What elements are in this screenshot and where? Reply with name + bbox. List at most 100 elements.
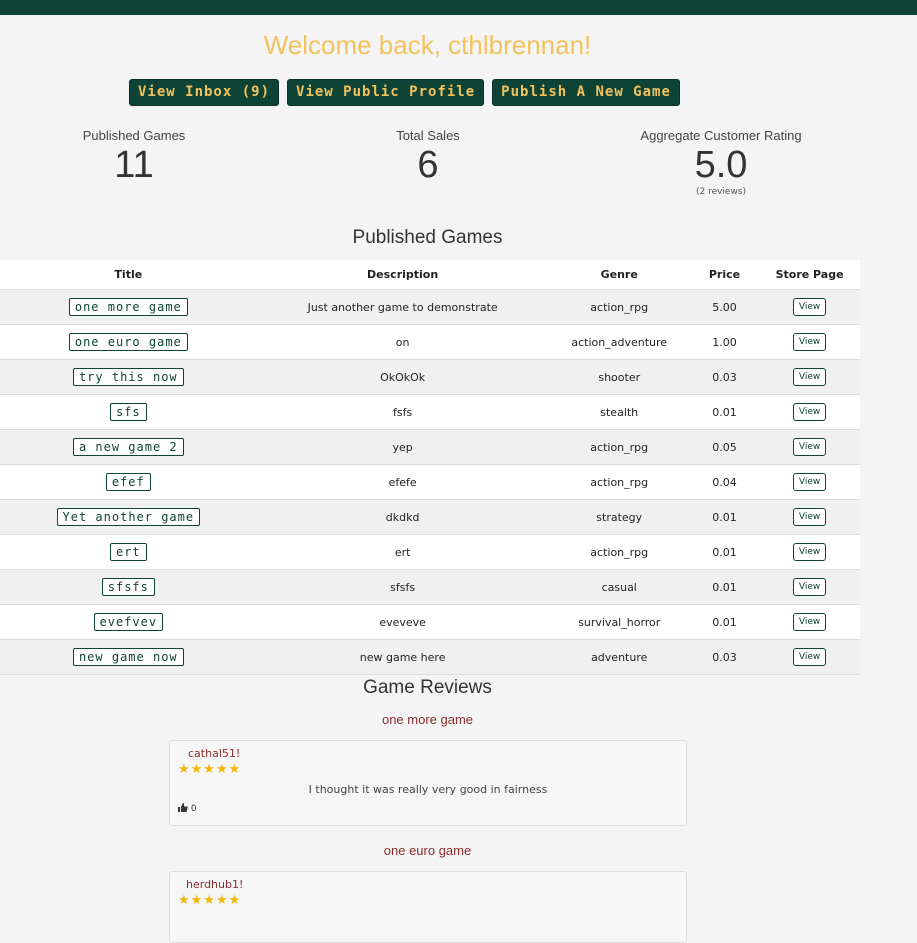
- view-store-page-button[interactable]: View: [792, 578, 827, 596]
- stat-aggregate-rating: Aggregate Customer Rating 5.0 (2 reviews…: [601, 128, 841, 197]
- cell-title: one more game: [0, 289, 257, 325]
- view-store-page-button[interactable]: View: [792, 508, 827, 526]
- cell-store-page: View: [759, 289, 860, 325]
- review-text: I thought it was really very good in fai…: [308, 783, 548, 796]
- stat-value: 5.0: [694, 144, 748, 186]
- view-store-page-button[interactable]: View: [792, 543, 827, 561]
- view-inbox-button[interactable]: View Inbox (9): [129, 79, 280, 106]
- review-username[interactable]: herdhub1!: [186, 878, 243, 891]
- view-store-page-button[interactable]: View: [792, 438, 827, 456]
- cell-description: OkOkOk: [256, 359, 549, 395]
- table-header-row: Title Description Genre Price Store Page: [0, 260, 860, 290]
- cell-description: Just another game to demonstrate: [256, 289, 549, 325]
- cell-store-page: View: [759, 604, 860, 640]
- cell-price: 0.01: [689, 569, 760, 605]
- review-username[interactable]: cathal51!: [188, 747, 240, 760]
- cell-store-page: View: [759, 429, 860, 465]
- table-row: sfs fsfs stealth 0.01 View: [0, 394, 860, 430]
- cell-title: efef: [0, 464, 257, 500]
- stat-label: Aggregate Customer Rating: [640, 128, 802, 143]
- cell-genre: strategy: [548, 499, 690, 535]
- thumbs-up-icon: [178, 803, 188, 812]
- table-row: try this now OkOkOk shooter 0.03 View: [0, 359, 860, 395]
- review-game-title[interactable]: one more game: [0, 712, 855, 727]
- view-store-page-button[interactable]: View: [792, 613, 827, 631]
- cell-description: eveveve: [256, 604, 549, 640]
- star-rating: ★★★★★: [178, 893, 242, 908]
- game-title-link[interactable]: ert: [109, 543, 147, 561]
- game-title-link[interactable]: efef: [105, 473, 151, 491]
- cell-store-page: View: [759, 324, 860, 360]
- stat-review-count: (2 reviews): [695, 187, 747, 197]
- cell-description: efefe: [256, 464, 549, 500]
- cell-price: 0.01: [689, 604, 760, 640]
- cell-price: 0.01: [689, 534, 760, 570]
- cell-price: 0.01: [689, 394, 760, 430]
- game-title-link[interactable]: new game now: [72, 648, 184, 666]
- table-row: efef efefe action_rpg 0.04 View: [0, 464, 860, 500]
- cell-description: sfsfs: [256, 569, 549, 605]
- view-public-profile-button[interactable]: View Public Profile: [287, 79, 485, 106]
- game-title-link[interactable]: a new game 2: [72, 438, 184, 456]
- review-likes[interactable]: 0: [178, 803, 197, 814]
- stat-label: Published Games: [82, 128, 186, 143]
- cell-title: sfs: [0, 394, 257, 430]
- cell-price: 0.03: [689, 639, 760, 675]
- cell-price: 0.05: [689, 429, 760, 465]
- view-store-page-button[interactable]: View: [792, 368, 827, 386]
- cell-title: sfsfs: [0, 569, 257, 605]
- table-row: new game now new game here adventure 0.03 Vi…: [0, 639, 860, 675]
- cell-description: on: [256, 324, 549, 360]
- column-header-genre: Genre: [548, 260, 690, 290]
- game-title-link[interactable]: one more game: [68, 298, 188, 316]
- game-title-link[interactable]: evefvev: [93, 613, 164, 631]
- cell-genre: action_adventure: [548, 324, 690, 360]
- star-rating: ★★★★★: [178, 762, 242, 777]
- cell-store-page: View: [759, 359, 860, 395]
- cell-description: dkdkd: [256, 499, 549, 535]
- cell-genre: survival_horror: [548, 604, 690, 640]
- game-title-link[interactable]: try this now: [72, 368, 184, 386]
- cell-description: new game here: [256, 639, 549, 675]
- cell-price: 5.00: [689, 289, 760, 325]
- view-store-page-button[interactable]: View: [792, 648, 827, 666]
- game-title-link[interactable]: sfs: [109, 403, 147, 421]
- welcome-heading: Welcome back, cthlbrennan!: [263, 30, 592, 60]
- table-row: ert ert action_rpg 0.01 View: [0, 534, 860, 570]
- view-store-page-button[interactable]: View: [792, 298, 827, 316]
- cell-genre: action_rpg: [548, 429, 690, 465]
- cell-title: Yet another game: [0, 499, 257, 535]
- dashboard-actions: View Inbox (9) View Public Profile Publi…: [129, 79, 680, 106]
- cell-genre: action_rpg: [548, 534, 690, 570]
- cell-genre: casual: [548, 569, 690, 605]
- column-header-description: Description: [256, 260, 549, 290]
- stat-total-sales: Total Sales 6: [328, 128, 528, 187]
- view-store-page-button[interactable]: View: [792, 403, 827, 421]
- published-games-table: Title Description Genre Price Store Page…: [0, 260, 860, 675]
- game-title-link[interactable]: Yet another game: [56, 508, 201, 526]
- cell-description: yep: [256, 429, 549, 465]
- stat-label: Total Sales: [396, 128, 460, 143]
- column-header-price: Price: [689, 260, 760, 290]
- review-game-title[interactable]: one euro game: [0, 843, 855, 858]
- game-title-link[interactable]: one euro game: [68, 333, 188, 351]
- games-table-body: one more game Just another game to demons…: [0, 289, 860, 675]
- column-header-store-page: Store Page: [759, 260, 860, 290]
- cell-title: one euro game: [0, 324, 257, 360]
- top-nav-bar: [0, 0, 917, 15]
- cell-price: 0.01: [689, 499, 760, 535]
- published-games-heading: Published Games: [352, 227, 503, 248]
- cell-store-page: View: [759, 569, 860, 605]
- cell-title: new game now: [0, 639, 257, 675]
- cell-store-page: View: [759, 464, 860, 500]
- cell-price: 0.03: [689, 359, 760, 395]
- game-title-link[interactable]: sfsfs: [101, 578, 155, 596]
- view-store-page-button[interactable]: View: [792, 473, 827, 491]
- cell-title: a new game 2: [0, 429, 257, 465]
- cell-store-page: View: [759, 534, 860, 570]
- table-row: Yet another game dkdkd strategy 0.01 View: [0, 499, 860, 535]
- stat-published-games: Published Games 11: [34, 128, 234, 187]
- view-store-page-button[interactable]: View: [792, 333, 827, 351]
- stat-value: 11: [114, 144, 154, 186]
- publish-new-game-button[interactable]: Publish A New Game: [492, 79, 680, 106]
